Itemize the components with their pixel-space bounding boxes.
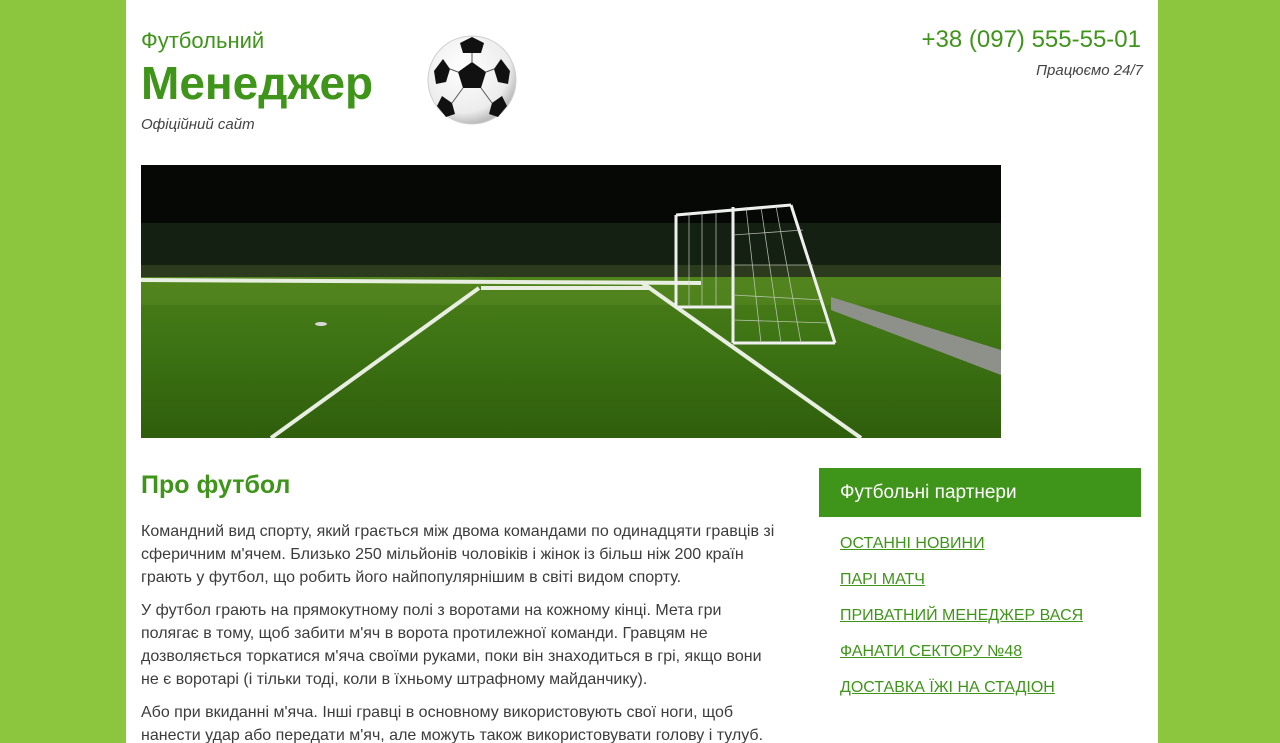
partner-list-item: Приватний менеджер Вася (840, 607, 1141, 643)
partner-list-item: Останні новини (840, 535, 1141, 571)
page-container: Футбольний Менеджер Офіційний сайт +38 (… (126, 0, 1158, 743)
link-latest-news[interactable]: Останні новини (840, 535, 985, 552)
article-paragraph: Або при вкиданні м'яча. Інші гравці в ос… (141, 704, 764, 743)
brand-title-large: Менеджер (141, 57, 374, 109)
partner-list-item: Доставка їжі на стадіон (840, 679, 1141, 715)
soccer-ball-icon (418, 26, 526, 132)
football-field-illustration (141, 165, 1001, 438)
brand-subtitle: Офіційний сайт (141, 116, 255, 133)
partner-list-item: Парі матч (840, 571, 1141, 607)
sidebar-title: Футбольні партнери (819, 468, 1141, 517)
brand-title-small: Футбольний (141, 28, 265, 53)
link-fans-sector[interactable]: Фанати сектору №48 (840, 643, 1022, 660)
article-paragraph: Командний вид спорту, який грається між … (141, 523, 775, 586)
hero-image (141, 165, 1001, 438)
partner-list-item: Фанати сектору №48 (840, 643, 1141, 679)
article-paragraph: У футбол грають на прямокутному полі з в… (141, 602, 762, 688)
link-private-manager[interactable]: Приватний менеджер Вася (840, 607, 1083, 624)
phone-number[interactable]: +38 (097) 555-55-01 (922, 26, 1142, 54)
section-title: Про футбол (141, 471, 291, 499)
partners-list: Останні новини Парі матч Приватний менед… (819, 517, 1141, 715)
working-hours: Працюємо 24/7 (1036, 62, 1143, 79)
link-food-delivery[interactable]: Доставка їжі на стадіон (840, 679, 1055, 696)
article-content: Командний вид спорту, який грається між … (141, 520, 776, 743)
link-pari-match[interactable]: Парі матч (840, 571, 925, 588)
partners-sidebar: Футбольні партнери Останні новини Парі м… (819, 468, 1141, 715)
